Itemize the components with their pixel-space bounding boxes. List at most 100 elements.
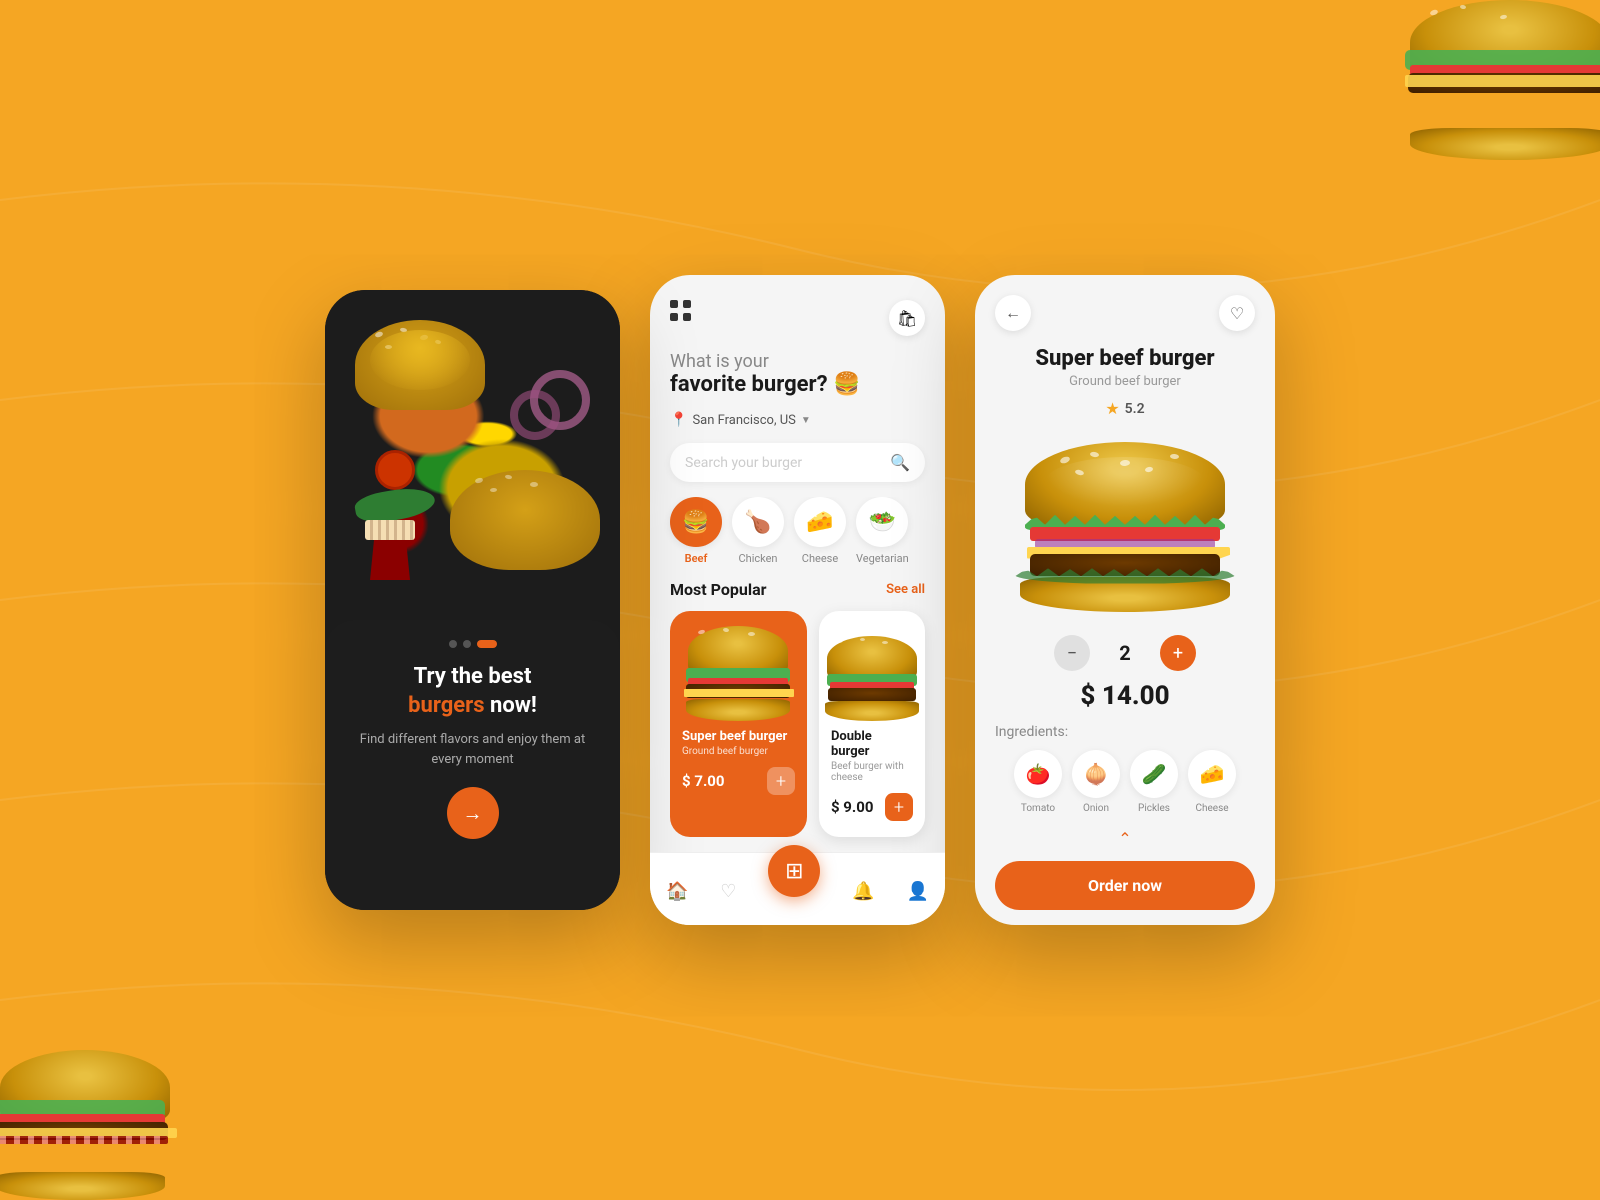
browse-title-section: What is your favorite burger? 🍔 <box>650 346 945 407</box>
profile-icon: 👤 <box>907 881 929 902</box>
home-icon: 🏠 <box>666 881 688 902</box>
location-text: San Francisco, US <box>692 413 795 428</box>
cart-button[interactable]: 🛍 <box>889 300 925 336</box>
splash-info-card: Try the best burgers now! Find different… <box>325 620 620 910</box>
pickles-icon: 🥒 <box>1142 762 1167 786</box>
cheese-icon: 🧀 <box>806 510 833 535</box>
bottom-navigation: 🏠 ♡ ⊞ 🔔 👤 <box>650 852 945 925</box>
ingredients-section: Ingredients: 🍅 Tomato 🧅 Onion 🥒 <box>975 716 1275 824</box>
category-chicken[interactable]: 🍗 Chicken <box>732 497 784 565</box>
splash-screen: Try the best burgers now! Find different… <box>325 290 620 910</box>
expand-row[interactable]: ⌃ <box>975 824 1275 853</box>
nav-scan-button[interactable]: ⊞ <box>768 845 820 897</box>
location-row[interactable]: 📍 San Francisco, US ▼ <box>650 407 945 438</box>
small-burger-card[interactable]: Double burger Beef burger with cheese $ … <box>819 611 925 837</box>
small-add-button[interactable]: + <box>885 793 913 821</box>
browse-greeting: What is your <box>670 351 925 372</box>
ingredient-cheese: 🧀 Cheese <box>1188 750 1236 814</box>
onion-label: Onion <box>1083 803 1109 814</box>
small-price-row: $ 9.00 + <box>819 789 925 825</box>
quantity-row: − 2 + <box>975 625 1275 676</box>
price-display: $ 14.00 <box>975 676 1275 716</box>
cheese-ingredient-icon: 🧀 <box>1200 762 1225 786</box>
browse-header: 🛍 <box>650 275 945 346</box>
next-button[interactable]: → <box>447 787 499 839</box>
arrow-icon: → <box>463 801 483 826</box>
search-icon[interactable]: 🔍 <box>890 453 910 472</box>
big-bun-top <box>1025 442 1225 527</box>
category-vegetarian[interactable]: 🥗 Vegetarian <box>856 497 909 565</box>
splash-title-line1: Try the best <box>414 664 532 689</box>
ring-2 <box>510 390 560 440</box>
back-button[interactable]: ← <box>995 295 1031 331</box>
burger-cards-row: Super beef burger Ground beef burger $ 7… <box>650 611 945 852</box>
cheese-ingredient-label: Cheese <box>1195 803 1228 814</box>
tomato-decoration <box>375 450 415 490</box>
detail-title-section: Super beef burger Ground beef burger <box>975 341 1275 394</box>
splash-headline: Try the best burgers now! <box>408 663 537 720</box>
onion-rings-decoration <box>490 370 590 450</box>
category-cheese[interactable]: 🧀 Cheese <box>794 497 846 565</box>
category-beef[interactable]: 🍔 Beef <box>670 497 722 565</box>
nav-notifications[interactable]: 🔔 <box>852 881 874 902</box>
detail-burger-image <box>975 428 1275 625</box>
dot-3-active <box>477 640 497 648</box>
heart-icon: ♡ <box>720 881 736 902</box>
detail-burger-name: Super beef burger <box>995 346 1255 371</box>
pickles-icon-wrap: 🥒 <box>1130 750 1178 798</box>
splash-food-image <box>325 290 620 650</box>
search-bar[interactable]: Search your burger 🔍 <box>670 443 925 482</box>
tomato-label: Tomato <box>1021 803 1055 814</box>
big-burger-visual <box>1015 442 1235 612</box>
featured-price-row: $ 7.00 + <box>670 763 807 799</box>
small-burger-image <box>819 611 925 721</box>
location-chevron-icon: ▼ <box>801 415 811 426</box>
rating-value: 5.2 <box>1125 401 1145 417</box>
vegetarian-icon: 🥗 <box>869 510 896 535</box>
favorite-button[interactable]: ♡ <box>1219 295 1255 331</box>
nav-profile[interactable]: 👤 <box>907 881 929 902</box>
grid-menu-icon[interactable] <box>670 300 692 322</box>
tomato-icon-wrap: 🍅 <box>1014 750 1062 798</box>
beef-icon: 🍔 <box>682 510 709 535</box>
see-all-button[interactable]: See all <box>886 582 925 597</box>
dot-1 <box>449 640 457 648</box>
featured-card-desc: Ground beef burger <box>670 746 807 763</box>
small-card-name: Double burger <box>819 721 925 761</box>
nav-home[interactable]: 🏠 <box>666 881 688 902</box>
chicken-icon-wrap: 🍗 <box>732 497 784 547</box>
detail-burger-subtitle: Ground beef burger <box>995 374 1255 389</box>
increase-quantity-button[interactable]: + <box>1160 635 1196 671</box>
featured-card-name: Super beef burger <box>670 721 807 746</box>
beef-icon-wrap: 🍔 <box>670 497 722 547</box>
ingredient-tomato: 🍅 Tomato <box>1014 750 1062 814</box>
ingredient-onion: 🧅 Onion <box>1072 750 1120 814</box>
onion-icon: 🧅 <box>1084 762 1109 786</box>
chicken-label: Chicken <box>738 552 777 565</box>
pickles-label: Pickles <box>1138 803 1170 814</box>
order-now-button[interactable]: Order now <box>995 861 1255 910</box>
chicken-icon: 🍗 <box>744 510 771 535</box>
detail-header: ← ♡ <box>975 275 1275 341</box>
cart-icon: 🛍 <box>897 309 917 328</box>
tomato-icon: 🍅 <box>1026 762 1051 786</box>
decrease-quantity-button[interactable]: − <box>1054 635 1090 671</box>
vegetarian-icon-wrap: 🥗 <box>856 497 908 547</box>
scan-icon: ⊞ <box>785 859 803 884</box>
most-popular-title: Most Popular <box>670 580 767 599</box>
featured-price: $ 7.00 <box>682 772 725 790</box>
quantity-display: 2 <box>1110 641 1140 665</box>
nav-favorites[interactable]: ♡ <box>720 881 736 902</box>
ingredient-pickles: 🥒 Pickles <box>1130 750 1178 814</box>
splash-subtitle: Find different flavors and enjoy them at… <box>350 730 595 769</box>
featured-burger-image <box>670 611 807 721</box>
bell-icon: 🔔 <box>852 881 874 902</box>
star-icon: ★ <box>1105 399 1119 418</box>
ingredients-list: 🍅 Tomato 🧅 Onion 🥒 Pickles <box>995 750 1255 814</box>
beef-label: Beef <box>685 552 708 565</box>
featured-burger-card[interactable]: Super beef burger Ground beef burger $ 7… <box>670 611 807 837</box>
vegetarian-label: Vegetarian <box>856 552 909 565</box>
splash-title-line3: now! <box>490 693 537 718</box>
featured-add-button[interactable]: + <box>767 767 795 795</box>
burger-bun-top <box>355 320 485 410</box>
